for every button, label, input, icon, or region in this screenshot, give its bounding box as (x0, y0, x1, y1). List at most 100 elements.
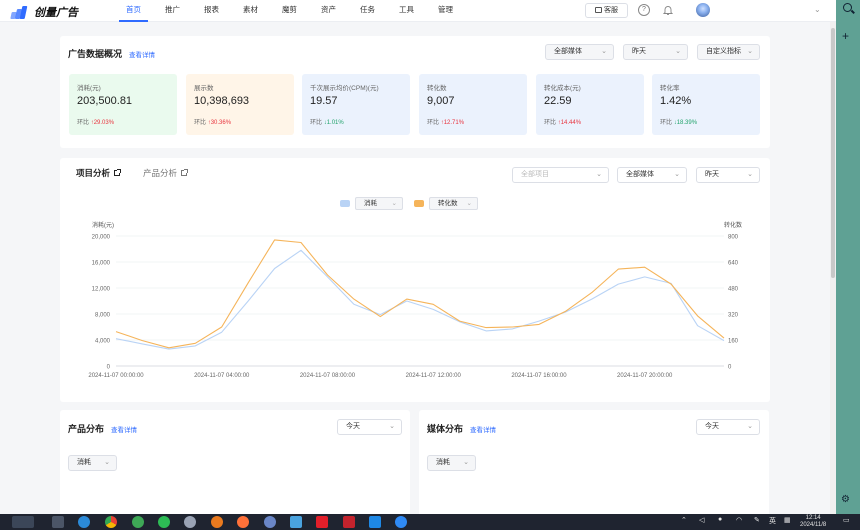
edge-browser-icon[interactable] (78, 516, 90, 528)
blue-app-icon[interactable] (369, 516, 381, 528)
product-distribution-detail-link[interactable]: 查看详情 (111, 424, 137, 434)
overview-metrics-select[interactable]: 自定义指标 ⌄ (697, 44, 760, 60)
system-clock[interactable]: 12:14 2024/11/8 (800, 515, 826, 529)
stat-compare-value: 18.39% (676, 120, 698, 126)
legend-swatch-spend (340, 200, 350, 207)
stat-card[interactable]: 转化数 9,007 环比 ↑12.71% (419, 74, 527, 135)
stat-card[interactable]: 转化成本(元) 22.59 环比 ↑14.44% (536, 74, 644, 135)
help-icon[interactable]: ? (638, 4, 650, 16)
legend-item-spend[interactable]: 消耗 ⌄ (340, 197, 403, 210)
input-language-indicator[interactable]: 英 (769, 516, 776, 526)
clock-time: 12:14 (805, 515, 821, 521)
product-distribution-period-value: 今天 (346, 423, 360, 430)
nav-item-reports[interactable]: 报表 (192, 0, 231, 22)
chevron-down-icon[interactable]: ⌄ (814, 5, 821, 14)
task-view-icon[interactable] (52, 516, 64, 528)
chevron-down-icon: ⌄ (675, 48, 681, 55)
search-icon[interactable] (843, 3, 852, 12)
nav-item-promote[interactable]: 推广 (153, 0, 192, 22)
analysis-project-value: 全部项目 (521, 171, 549, 178)
stat-compare-label: 环比 (194, 120, 207, 126)
stat-value: 22.59 (544, 95, 572, 107)
stat-compare-value: 30.36% (210, 120, 232, 126)
nav-item-editor[interactable]: 魔剪 (270, 0, 309, 22)
notes-app-icon[interactable] (290, 516, 302, 528)
analysis-project-select[interactable]: 全部项目 ⌄ (512, 167, 609, 183)
blender-app-icon[interactable] (211, 516, 223, 528)
globe-app-icon[interactable] (264, 516, 276, 528)
chevron-down-icon: ⌄ (747, 171, 753, 178)
stat-card[interactable]: 转化率 1.42% 环比 ↓18.39% (652, 74, 760, 135)
overview-date-value: 昨天 (632, 48, 646, 55)
red-app-icon[interactable] (343, 516, 355, 528)
game-app-icon[interactable] (184, 516, 196, 528)
stat-card[interactable]: 展示数 10,398,693 环比 ↑30.36% (186, 74, 294, 135)
nav-item-tools[interactable]: 工具 (387, 0, 426, 22)
legend-select-conversions[interactable]: 转化数 ⌄ (429, 197, 478, 210)
stat-compare-label: 环比 (427, 120, 440, 126)
nav-item-tasks[interactable]: 任务 (348, 0, 387, 22)
overview-detail-link[interactable]: 查看详情 (129, 49, 155, 59)
start-menu-icon[interactable] (12, 516, 34, 528)
dingtalk-icon[interactable] (395, 516, 407, 528)
youdao-app-icon[interactable] (316, 516, 328, 528)
stat-compare-label: 环比 (544, 120, 557, 126)
stat-label: 千次展示均价(CPM)(元) (310, 85, 379, 92)
chat-icon (595, 7, 602, 13)
stat-card[interactable]: 千次展示均价(CPM)(元) 19.57 环比 ↓1.01% (302, 74, 410, 135)
chevron-down-icon: ⌄ (104, 459, 110, 466)
wechat-icon[interactable] (158, 516, 170, 528)
legend-item-conversions[interactable]: 转化数 ⌄ (414, 197, 478, 210)
media-distribution-metric-select[interactable]: 消耗 ⌄ (427, 455, 476, 471)
plus-icon[interactable]: + (842, 30, 849, 42)
bell-icon[interactable] (662, 4, 674, 16)
customer-service-label: 客服 (604, 7, 618, 14)
clock-date: 2024/11/8 (800, 522, 827, 528)
overview-date-select[interactable]: 昨天 ⌄ (623, 44, 688, 60)
brand-logo[interactable]: 创量广告 (10, 4, 78, 20)
media-distribution-period-select[interactable]: 今天 ⌄ (696, 419, 760, 435)
clover-app-icon[interactable] (132, 516, 144, 528)
keyboard-icon[interactable]: ▦ (784, 516, 791, 524)
pen-icon[interactable]: ✎ (754, 516, 760, 524)
external-link-icon (181, 169, 189, 176)
stat-compare: 环比 ↓1.01% (310, 117, 344, 126)
chrome-browser-icon[interactable] (105, 516, 117, 528)
tab-project-analysis[interactable]: 项目分析 (76, 167, 122, 179)
stat-value: 10,398,693 (194, 95, 250, 107)
volume-icon[interactable]: ◁ (699, 516, 704, 524)
legend-select-spend[interactable]: 消耗 ⌄ (355, 197, 403, 210)
nav-item-assets[interactable]: 资产 (309, 0, 348, 22)
main-nav: 首页 推广 报表 素材 魔剪 资产 任务 工具 管理 (114, 0, 465, 22)
gear-icon[interactable]: ⚙ (841, 494, 850, 505)
stat-card[interactable]: 消耗(元) 203,500.81 环比 ↑29.03% (69, 74, 177, 135)
chevron-down-icon: ⌄ (601, 48, 607, 55)
stat-value: 9,007 (427, 95, 455, 107)
product-distribution-metric-value: 消耗 (77, 459, 91, 466)
legend-label-spend: 消耗 (364, 200, 377, 207)
product-distribution-period-select[interactable]: 今天 ⌄ (337, 419, 402, 435)
user-avatar[interactable] (696, 3, 710, 17)
nav-item-manage[interactable]: 管理 (426, 0, 465, 22)
legend-swatch-conversions (414, 200, 424, 207)
chevron-down-icon: ⌄ (674, 171, 680, 178)
customer-service-button[interactable]: 客服 (585, 3, 628, 18)
chevron-down-icon: ⌄ (747, 48, 753, 55)
media-distribution-detail-link[interactable]: 查看详情 (470, 424, 496, 434)
firefox-browser-icon[interactable] (237, 516, 249, 528)
analysis-media-select[interactable]: 全部媒体 ⌄ (617, 167, 687, 183)
tab-product-analysis-label: 产品分析 (143, 168, 178, 178)
analysis-date-select[interactable]: 昨天 ⌄ (696, 167, 760, 183)
network-icon[interactable]: ◠ (736, 516, 742, 524)
overview-media-select[interactable]: 全部媒体 ⌄ (545, 44, 614, 60)
scrollbar-thumb[interactable] (831, 28, 835, 278)
notification-icon[interactable]: ▭ (843, 516, 850, 524)
tab-product-analysis[interactable]: 产品分析 (143, 167, 189, 179)
product-distribution-metric-select[interactable]: 消耗 ⌄ (68, 455, 117, 471)
nav-item-creatives[interactable]: 素材 (231, 0, 270, 22)
stat-compare-value: 12.71% (443, 120, 465, 126)
nav-item-home[interactable]: 首页 (114, 0, 153, 22)
tray-chevron-up-icon[interactable]: ⌃ (681, 516, 687, 524)
penguin-app-icon[interactable]: ● (718, 516, 722, 523)
overview-metrics-value: 自定义指标 (706, 48, 741, 55)
